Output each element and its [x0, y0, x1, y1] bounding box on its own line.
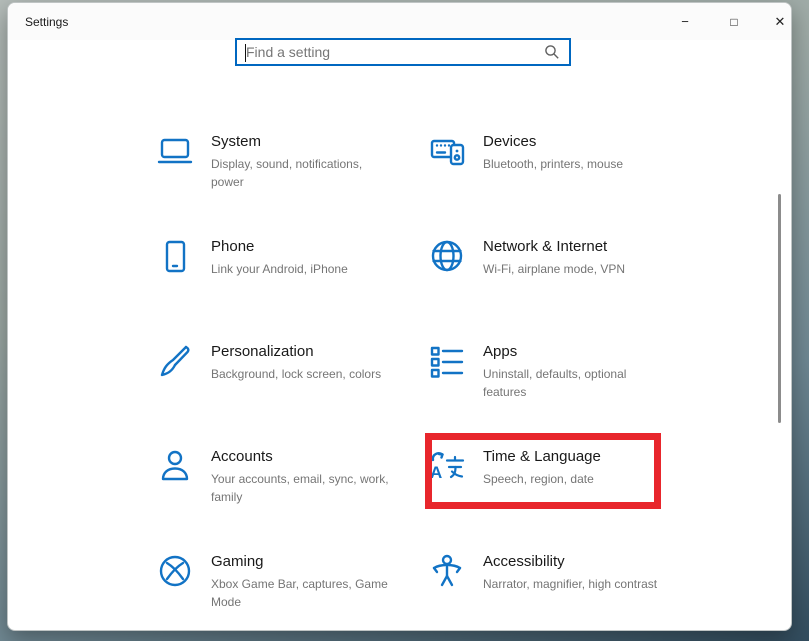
- close-button[interactable]: ✕: [757, 3, 792, 40]
- category-subtitle: Link your Android, iPhone: [211, 260, 348, 278]
- category-tile-time-language[interactable]: A Time & Language Speech, region, date: [428, 446, 700, 551]
- category-title: Gaming: [211, 553, 393, 570]
- category-tile-apps[interactable]: Apps Uninstall, defaults, optional featu…: [428, 341, 700, 446]
- category-subtitle: Narrator, magnifier, high contrast: [483, 575, 657, 593]
- apps-list-icon: [428, 341, 466, 381]
- window-title: Settings: [8, 15, 68, 29]
- category-subtitle: Background, lock screen, colors: [211, 365, 381, 383]
- category-subtitle: Speech, region, date: [483, 470, 601, 488]
- search-icon[interactable]: [540, 44, 569, 60]
- category-title: Personalization: [211, 343, 381, 360]
- accessibility-icon: [428, 551, 466, 591]
- category-tile-phone[interactable]: Phone Link your Android, iPhone: [156, 236, 428, 341]
- phone-icon: [156, 236, 194, 276]
- category-subtitle: Xbox Game Bar, captures, Game Mode: [211, 575, 393, 611]
- category-title: Apps: [483, 343, 665, 360]
- maximize-button[interactable]: □: [711, 3, 757, 40]
- category-title: Phone: [211, 238, 348, 255]
- text-caret: [245, 44, 246, 62]
- category-title: Accounts: [211, 448, 393, 465]
- category-title: System: [211, 133, 393, 150]
- translate-icon: A: [428, 446, 466, 486]
- brush-icon: [156, 341, 194, 381]
- category-title: Time & Language: [483, 448, 601, 465]
- search-input[interactable]: [237, 44, 540, 60]
- category-title: Accessibility: [483, 553, 657, 570]
- category-title: Devices: [483, 133, 623, 150]
- category-grid: System Display, sound, notifications, po…: [156, 131, 700, 631]
- category-tile-accounts[interactable]: Accounts Your accounts, email, sync, wor…: [156, 446, 428, 551]
- category-tile-gaming[interactable]: Gaming Xbox Game Bar, captures, Game Mod…: [156, 551, 428, 631]
- devices-icon: [428, 131, 466, 171]
- person-icon: [156, 446, 194, 486]
- category-subtitle: Uninstall, defaults, optional features: [483, 365, 665, 401]
- category-subtitle: Bluetooth, printers, mouse: [483, 155, 623, 173]
- search-box[interactable]: [235, 38, 571, 66]
- settings-window: Settings − □ ✕ System Display, sound, no…: [7, 2, 792, 631]
- category-subtitle: Display, sound, notifications, power: [211, 155, 393, 191]
- globe-icon: [428, 236, 466, 276]
- minimize-button[interactable]: −: [662, 3, 708, 40]
- category-tile-personalization[interactable]: Personalization Background, lock screen,…: [156, 341, 428, 446]
- xbox-icon: [156, 551, 194, 591]
- scrollbar-thumb[interactable]: [778, 194, 781, 423]
- svg-text:A: A: [430, 463, 442, 482]
- category-subtitle: Your accounts, email, sync, work, family: [211, 470, 393, 506]
- category-tile-system[interactable]: System Display, sound, notifications, po…: [156, 131, 428, 236]
- category-tile-devices[interactable]: Devices Bluetooth, printers, mouse: [428, 131, 700, 236]
- category-tile-network[interactable]: Network & Internet Wi-Fi, airplane mode,…: [428, 236, 700, 341]
- category-tile-accessibility[interactable]: Accessibility Narrator, magnifier, high …: [428, 551, 700, 631]
- category-subtitle: Wi-Fi, airplane mode, VPN: [483, 260, 625, 278]
- laptop-icon: [156, 131, 194, 171]
- category-title: Network & Internet: [483, 238, 625, 255]
